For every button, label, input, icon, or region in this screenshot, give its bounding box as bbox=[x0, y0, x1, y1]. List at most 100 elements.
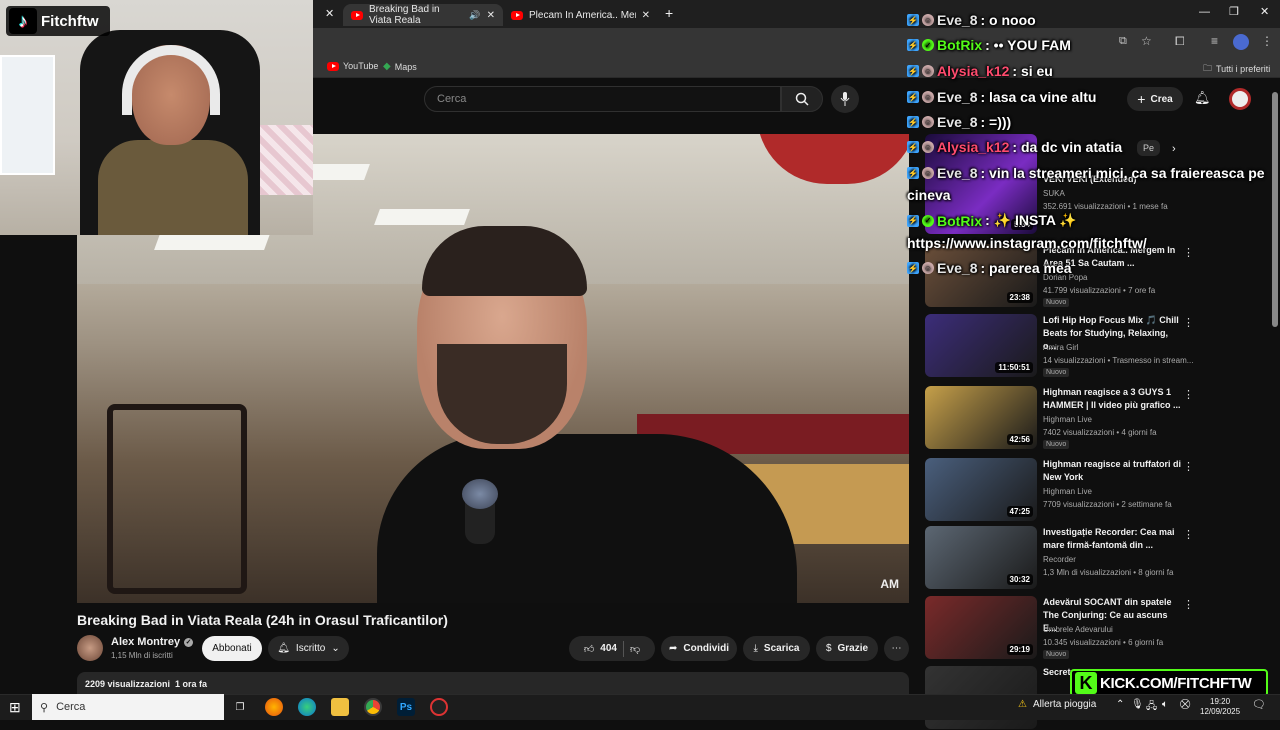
obs-icon[interactable] bbox=[430, 698, 448, 716]
video-thumbnail[interactable]: 42:56 bbox=[925, 386, 1037, 449]
video-thumbnail[interactable]: 11:50:51 bbox=[925, 314, 1037, 377]
thanks-button[interactable]: $ Grazie bbox=[816, 636, 878, 661]
chat-message: ⚡ ✓ BotRix: •• YOU FAM bbox=[907, 37, 1071, 53]
recommendation-meta: 7709 visualizzazioni • 2 settimane fa bbox=[1043, 500, 1172, 509]
bookmark-youtube[interactable]: YouTube bbox=[327, 61, 378, 71]
video-thumbnail[interactable]: 47:25 bbox=[925, 458, 1037, 521]
search-button[interactable] bbox=[781, 86, 823, 112]
recommendation-item[interactable]: 11:50:51 Lofi Hip Hop Focus Mix 🎵 Chill B… bbox=[925, 314, 1195, 378]
chat-text: : vin la streameri mici, ca sa fraiereas… bbox=[980, 165, 1265, 181]
emote-badge-icon: ☺ bbox=[922, 167, 934, 179]
tab-breaking-bad[interactable]: Breaking Bad in Viata Reala 🔊 ✕ bbox=[343, 4, 503, 26]
description-box[interactable]: 2209 visualizzazioni 1 ora fa bbox=[77, 672, 909, 694]
video-thumbnail[interactable]: 29:19 bbox=[925, 596, 1037, 659]
firefox-icon[interactable] bbox=[265, 698, 283, 716]
chat-username[interactable]: Eve_8 bbox=[937, 89, 977, 105]
weather-widget[interactable]: ⚠ Allerta pioggia bbox=[1018, 699, 1096, 710]
chevron-up-icon[interactable]: ⌃ bbox=[1116, 699, 1124, 710]
chat-username[interactable]: Eve_8 bbox=[937, 114, 977, 130]
recommendation-channel[interactable]: Recorder bbox=[1043, 555, 1076, 564]
taskbar-search-input[interactable]: ⚲ Cerca bbox=[32, 694, 224, 720]
chat-username[interactable]: Alysia_k12 bbox=[937, 63, 1009, 79]
streamer-tag: ♪ Fitchftw bbox=[6, 6, 110, 36]
chat-username[interactable]: Eve_8 bbox=[937, 165, 977, 181]
subscribed-button[interactable]: 🔔︎ Iscritto ⌄ bbox=[268, 636, 349, 661]
channel-name[interactable]: Alex Montrey ✓ bbox=[111, 636, 194, 648]
chrome-icon[interactable] bbox=[364, 698, 382, 716]
scrollbar-thumb[interactable] bbox=[1272, 92, 1278, 327]
new-tab-icon[interactable]: + bbox=[665, 5, 673, 21]
recommendation-meta: 10.345 visualizzazioni • 6 giorni fa bbox=[1043, 638, 1164, 647]
share-label: Condividi bbox=[683, 643, 729, 654]
verified-icon: ✓ bbox=[184, 637, 194, 647]
network-icon[interactable]: 🖧 bbox=[1146, 699, 1157, 716]
search-input[interactable]: Cerca bbox=[424, 86, 781, 112]
chat-username[interactable]: Alysia_k12 bbox=[937, 139, 1009, 155]
file-explorer-icon[interactable] bbox=[331, 698, 349, 716]
thumbs-down-icon[interactable]: 👎︎ bbox=[630, 643, 640, 655]
tab-plecam[interactable]: Plecam In America.. Mergem In ✕ bbox=[503, 4, 658, 26]
video-thumbnail[interactable]: 30:32 bbox=[925, 526, 1037, 589]
download-button[interactable]: ⤓ Scarica bbox=[743, 636, 810, 661]
speaker-icon[interactable]: 🔊 bbox=[469, 10, 480, 21]
chat-username[interactable]: BotRix bbox=[937, 213, 982, 229]
recommendation-meta: 1,3 Mln di visualizzazioni • 8 giorni fa bbox=[1043, 568, 1174, 577]
windows-start-icon[interactable]: ⊞ bbox=[9, 699, 21, 716]
video-duration: 29:19 bbox=[1006, 644, 1033, 655]
notification-center-icon[interactable]: 🗨︎ bbox=[1252, 698, 1266, 711]
bell-icon: 🔔︎ bbox=[277, 643, 290, 654]
subscribe-button[interactable]: Abbonati bbox=[202, 636, 262, 661]
recommendation-item[interactable]: 42:56 Highman reagisce a 3 GUYS 1 HAMMER … bbox=[925, 386, 1195, 450]
recommendation-title[interactable]: Highman reagisce a 3 GUYS 1 HAMMER | Il … bbox=[1043, 386, 1183, 412]
share-button[interactable]: ➦ Condividi bbox=[661, 636, 737, 661]
chat-text: : •• YOU FAM bbox=[985, 37, 1071, 53]
tab-close-icon[interactable]: ✕ bbox=[642, 10, 650, 21]
recommendation-channel[interactable]: Highman Live bbox=[1043, 487, 1092, 496]
like-count: 404 bbox=[600, 643, 617, 654]
microphone-tray-icon[interactable]: 🎙︎ bbox=[1131, 699, 1144, 710]
more-actions-button[interactable]: ⋯ bbox=[884, 636, 909, 661]
more-options-icon[interactable]: ⋮ bbox=[1183, 528, 1194, 541]
recommendation-item[interactable]: 47:25 Highman reagisce ai truffatori di N… bbox=[925, 458, 1195, 522]
video-title: Breaking Bad in Viata Reala (24h in Oras… bbox=[77, 612, 448, 628]
photoshop-icon[interactable]: Ps bbox=[397, 698, 415, 716]
more-options-icon[interactable]: ⋮ bbox=[1183, 598, 1194, 611]
like-button[interactable]: 👍︎ 404 bbox=[584, 643, 617, 655]
chat-text: : da dc vin atatia bbox=[1012, 139, 1123, 155]
task-view-icon[interactable]: ❐ bbox=[231, 698, 249, 716]
voice-search-button[interactable] bbox=[831, 85, 859, 113]
clock[interactable]: 19:20 12/09/2025 bbox=[1200, 697, 1240, 717]
more-options-icon[interactable]: ⋮ bbox=[1183, 388, 1194, 401]
chat-username[interactable]: Eve_8 bbox=[937, 12, 977, 28]
recommendation-meta: 41.799 visualizzazioni • 7 ore fa bbox=[1043, 286, 1156, 295]
chat-message: ⚡ ☺ Eve_8: parerea mea bbox=[907, 260, 1072, 276]
more-options-icon[interactable]: ⋮ bbox=[1183, 316, 1194, 329]
more-options-icon[interactable]: ⋮ bbox=[1183, 460, 1194, 473]
recommendation-title[interactable]: Investigație Recorder: Cea mai mare firm… bbox=[1043, 526, 1183, 552]
youtube-favicon-icon bbox=[511, 10, 523, 20]
chat-message: ⚡ ☺ Eve_8: o nooo bbox=[907, 12, 1036, 28]
tiktok-icon: ♪ bbox=[9, 8, 37, 34]
tab-close-icon[interactable]: ✕ bbox=[487, 10, 495, 21]
volume-icon[interactable]: 🔈︎ bbox=[1162, 699, 1168, 710]
chat-username[interactable]: BotRix bbox=[937, 37, 982, 53]
recommendation-title[interactable]: Highman reagisce ai truffatori di New Yo… bbox=[1043, 458, 1183, 484]
video-frame-microphone-head bbox=[462, 479, 498, 509]
new-badge: Nuovo bbox=[1043, 298, 1070, 307]
thanks-label: Grazie bbox=[837, 643, 869, 654]
chat-username[interactable]: Eve_8 bbox=[937, 260, 977, 276]
thanks-icon: $ bbox=[825, 643, 832, 654]
recommendation-channel[interactable]: Amira Girl bbox=[1043, 343, 1079, 352]
streamer-name: Fitchftw bbox=[41, 12, 99, 30]
recommendation-channel[interactable]: Highman Live bbox=[1043, 415, 1092, 424]
recommendation-item[interactable]: 29:19 Adevărul SOCANT din spatele The Con… bbox=[925, 596, 1195, 660]
edge-icon[interactable] bbox=[298, 698, 316, 716]
recommendation-item[interactable]: 30:32 Investigație Recorder: Cea mai mare… bbox=[925, 526, 1195, 590]
bookmark-maps[interactable]: ◆ Maps bbox=[383, 61, 417, 72]
recommendation-meta: 14 visualizzazioni • Trasmesso in stream… bbox=[1043, 356, 1194, 365]
recommendation-channel[interactable]: Umbrele Adevarului bbox=[1043, 625, 1113, 634]
usb-icon[interactable]: ⛒ bbox=[1180, 699, 1190, 710]
chat-message: ⚡ ☺ Eve_8: lasa ca vine altu bbox=[907, 89, 1096, 105]
channel-avatar[interactable] bbox=[77, 635, 103, 661]
close-icon[interactable]: ✕ bbox=[325, 7, 334, 20]
